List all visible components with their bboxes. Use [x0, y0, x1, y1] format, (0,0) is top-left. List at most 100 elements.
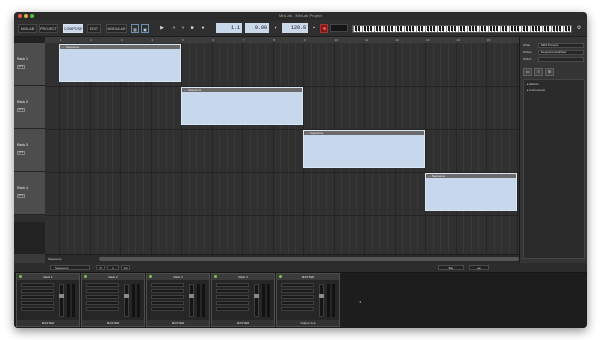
insert-slot[interactable]: [21, 295, 54, 299]
insert-slot[interactable]: [281, 301, 314, 305]
piano-black-key[interactable]: [451, 26, 453, 31]
fader-knob[interactable]: [189, 294, 194, 298]
tree-item-instruments[interactable]: ▸ Instruments: [527, 88, 545, 93]
piano-black-key[interactable]: [412, 26, 414, 31]
piano-black-key[interactable]: [490, 26, 492, 31]
piano-black-key[interactable]: [430, 26, 432, 31]
window-icon[interactable]: ▣: [141, 24, 149, 33]
track-mute-solo[interactable]: M S: [17, 151, 25, 155]
step-field[interactable]: 1: [107, 265, 119, 270]
rewind-icon[interactable]: «: [170, 24, 178, 33]
output-routing[interactable]: MASTER: [212, 320, 274, 326]
insert-slot[interactable]: [151, 307, 184, 311]
piano-black-key[interactable]: [568, 26, 570, 31]
sequence-selector[interactable]: Sequence: [50, 265, 90, 270]
fader-knob[interactable]: [319, 294, 324, 298]
insert-slot[interactable]: [151, 301, 184, 305]
gear-icon[interactable]: ✲: [545, 68, 554, 76]
which-field[interactable]: [538, 57, 584, 62]
insert-slot[interactable]: [216, 283, 249, 287]
power-led[interactable]: [279, 275, 282, 278]
insert-slot[interactable]: [86, 307, 119, 311]
piano-black-key[interactable]: [463, 26, 465, 31]
power-led[interactable]: [84, 275, 87, 278]
insert-slot[interactable]: [216, 301, 249, 305]
metronome-icon[interactable]: ◐: [272, 24, 280, 33]
power-led[interactable]: [149, 275, 152, 278]
piano-black-key[interactable]: [502, 26, 504, 31]
piano-black-key[interactable]: [475, 26, 477, 31]
track-mute-solo[interactable]: M S: [17, 65, 25, 69]
position-display[interactable]: 1.1: [216, 23, 242, 33]
insert-slot[interactable]: [86, 283, 119, 287]
insert-slot[interactable]: [281, 283, 314, 287]
piano-black-key[interactable]: [526, 26, 528, 31]
piano-black-key[interactable]: [460, 26, 462, 31]
output-routing[interactable]: Output 1+2: [277, 320, 339, 326]
piano-black-key[interactable]: [481, 26, 483, 31]
grid-field[interactable]: 1/4: [121, 265, 130, 270]
insert-slot[interactable]: [216, 289, 249, 293]
mode-modular-button[interactable]: MODULAR: [106, 24, 127, 33]
fast-forward-icon[interactable]: »: [179, 24, 187, 33]
power-led[interactable]: [19, 275, 22, 278]
track-rack-2[interactable]: Rack 2 M S: [14, 86, 45, 129]
volume-fader[interactable]: [124, 284, 129, 317]
sequence-clip[interactable]: ⇔ Sequence: [59, 44, 181, 82]
record-dot-icon[interactable]: ●: [199, 24, 207, 33]
output-routing[interactable]: MASTER: [147, 320, 209, 326]
piano-black-key[interactable]: [556, 26, 558, 31]
piano-black-key[interactable]: [388, 26, 390, 31]
track-rack-4[interactable]: Rack 4 M S: [14, 172, 45, 215]
piano-black-key[interactable]: [358, 26, 360, 31]
folder-icon[interactable]: ▭: [523, 68, 532, 76]
collapse-arrow-icon[interactable]: ◂: [359, 299, 361, 304]
piano-black-key[interactable]: [505, 26, 507, 31]
piano-black-key[interactable]: [493, 26, 495, 31]
sequence-clip[interactable]: ⇔ Sequence: [425, 173, 517, 211]
insert-slot[interactable]: [216, 307, 249, 311]
fader-knob[interactable]: [124, 294, 129, 298]
volume-fader[interactable]: [189, 284, 194, 317]
layout-icon[interactable]: ▦: [131, 24, 139, 33]
fader-knob[interactable]: [59, 294, 64, 298]
piano-black-key[interactable]: [367, 26, 369, 31]
arrange-grid[interactable]: ⇔ Sequence ⇔ Sequence ⇔ Sequence ⇔ Sequence: [45, 43, 519, 254]
arrange-scrollbar[interactable]: Sequence: [45, 254, 519, 263]
tree-item-effects[interactable]: ▸ Effects: [527, 82, 538, 87]
mode-project-button[interactable]: PROJECT: [39, 24, 58, 33]
quantize-select[interactable]: Bar: [438, 265, 464, 270]
piano-black-key[interactable]: [427, 26, 429, 31]
insert-slot[interactable]: [151, 283, 184, 287]
piano-black-key[interactable]: [496, 26, 498, 31]
piano-black-key[interactable]: [514, 26, 516, 31]
piano-black-key[interactable]: [547, 26, 549, 31]
piano-black-key[interactable]: [418, 26, 420, 31]
mode-mixlab-button[interactable]: MIXLAB: [18, 24, 37, 33]
volume-fader[interactable]: [254, 284, 259, 317]
track-mute-solo[interactable]: M S: [17, 194, 25, 198]
piano-black-key[interactable]: [532, 26, 534, 31]
what-field[interactable]: MIDI Presets: [538, 43, 584, 48]
stop-icon[interactable]: ■: [188, 24, 196, 33]
insert-slot[interactable]: [21, 289, 54, 293]
piano-black-key[interactable]: [400, 26, 402, 31]
track-rack-1[interactable]: Rack 1 M S: [14, 43, 45, 86]
piano-black-key[interactable]: [544, 26, 546, 31]
zoom-controls[interactable]: ◂ ▸: [469, 265, 489, 270]
where-field[interactable]: DeepAccess/2Wav: [538, 50, 584, 55]
piano-black-key[interactable]: [559, 26, 561, 31]
insert-slot[interactable]: [21, 307, 54, 311]
piano-black-key[interactable]: [379, 26, 381, 31]
piano-keyboard[interactable]: [352, 25, 572, 33]
piano-black-key[interactable]: [391, 26, 393, 31]
piano-black-key[interactable]: [370, 26, 372, 31]
piano-black-key[interactable]: [433, 26, 435, 31]
piano-black-key[interactable]: [364, 26, 366, 31]
insert-slot[interactable]: [86, 295, 119, 299]
play-icon[interactable]: ▶: [158, 24, 166, 33]
scrollbar-thumb[interactable]: [99, 257, 519, 261]
track-rack-3[interactable]: Rack 3 M S: [14, 129, 45, 172]
piano-black-key[interactable]: [448, 26, 450, 31]
insert-slot[interactable]: [21, 283, 54, 287]
